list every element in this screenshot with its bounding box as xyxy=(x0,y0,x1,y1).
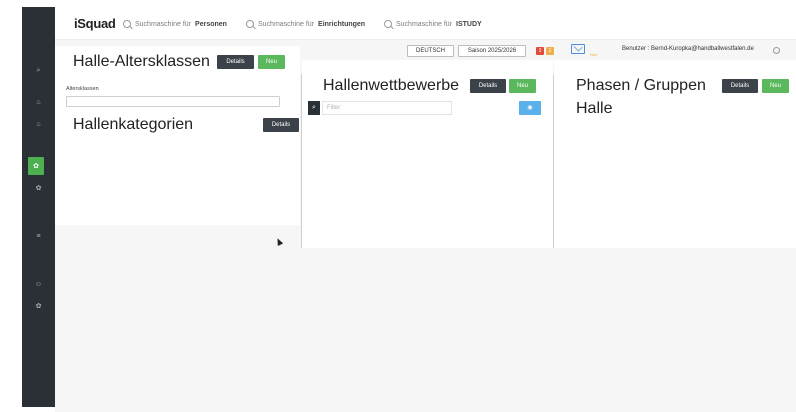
sidebar-search-icon[interactable]: ⌕ xyxy=(22,62,55,80)
details-button[interactable]: Details xyxy=(470,79,506,93)
search-study-link[interactable]: Suchmaschine für ISTUDY xyxy=(384,20,482,28)
new-button[interactable]: Neu xyxy=(258,55,285,69)
search-persons-bold: Personen xyxy=(195,20,227,28)
age-classes-input[interactable] xyxy=(66,96,280,107)
new-button[interactable]: Neu xyxy=(509,79,536,93)
search-study-prefix: Suchmaschine für xyxy=(396,20,453,28)
notification-badge-red[interactable]: 3 xyxy=(536,47,544,55)
sidebar-home-icon[interactable]: ⌂ xyxy=(22,93,55,111)
panel-title-line2: Halle xyxy=(576,100,613,117)
panel-hall-competitions: Hallenwettbewerbe Details Neu ⌕ Filter ◉ xyxy=(302,60,553,248)
search-icon xyxy=(123,20,131,28)
app-logo[interactable]: iSquad xyxy=(74,16,116,31)
sidebar-gear-icon[interactable]: ✿ xyxy=(22,179,55,197)
logout-icon[interactable] xyxy=(773,47,780,54)
mail-new-label: Neu xyxy=(590,52,598,57)
search-icon xyxy=(246,20,254,28)
sidebar-config-icon[interactable]: ✿ xyxy=(22,297,55,315)
panel-hall-phases: Phasen / Gruppen Halle Details Neu xyxy=(554,60,796,248)
search-icon xyxy=(384,20,392,28)
eye-icon[interactable]: ◉ xyxy=(519,101,541,115)
search-orgs-prefix: Suchmaschine für xyxy=(258,20,315,28)
search-persons-prefix: Suchmaschine für xyxy=(135,20,192,28)
search-orgs-bold: Einrichtungen xyxy=(318,20,366,28)
panel-title: Phasen / Gruppen xyxy=(576,77,706,94)
panel-title: Halle-Altersklassen xyxy=(73,53,210,70)
user-label[interactable]: Benutzer : Bernd-Kuropka@handballwestfal… xyxy=(622,46,754,52)
hall-categories-title: Hallenkategorien xyxy=(73,116,194,133)
notification-badge-orange[interactable]: 1 xyxy=(546,47,554,55)
season-select[interactable]: Saison 2025/2026 xyxy=(458,45,526,57)
sidebar-home2-icon[interactable]: ⌂ xyxy=(22,115,55,133)
mail-icon[interactable] xyxy=(571,42,585,54)
sidebar-user-icon[interactable]: ☺ xyxy=(22,275,55,293)
age-classes-label: Altersklassen xyxy=(66,86,99,92)
details-button[interactable]: Details xyxy=(722,79,758,93)
filter-input[interactable]: Filter xyxy=(322,101,452,115)
search-persons-link[interactable]: Suchmaschine für Personen xyxy=(123,20,227,28)
app-window: ⌕ ⌂ ⌂ ✿ ✿ ≡ ☺ ✿ iSquad Suchmaschine für … xyxy=(0,0,796,412)
search-study-bold: ISTUDY xyxy=(456,20,482,28)
categories-details-button[interactable]: Details xyxy=(263,118,299,132)
top-bar: iSquad Suchmaschine für Personen Suchmas… xyxy=(55,7,796,40)
panel-title: Hallenwettbewerbe xyxy=(323,77,460,94)
details-button[interactable]: Details xyxy=(217,55,254,69)
sidebar: ⌕ ⌂ ⌂ ✿ ✿ ≡ ☺ ✿ xyxy=(22,7,55,407)
new-button[interactable]: Neu xyxy=(762,79,789,93)
sidebar-menu-icon[interactable]: ≡ xyxy=(22,227,55,245)
search-orgs-link[interactable]: Suchmaschine für Einrichtungen xyxy=(246,20,365,28)
filter-search-icon: ⌕ xyxy=(308,101,320,115)
sidebar-settings-icon[interactable]: ✿ xyxy=(28,157,44,175)
panel-hall-age-classes: Halle-Altersklassen Details Neu Alterskl… xyxy=(55,46,300,225)
language-select[interactable]: DEUTSCH xyxy=(407,45,454,57)
